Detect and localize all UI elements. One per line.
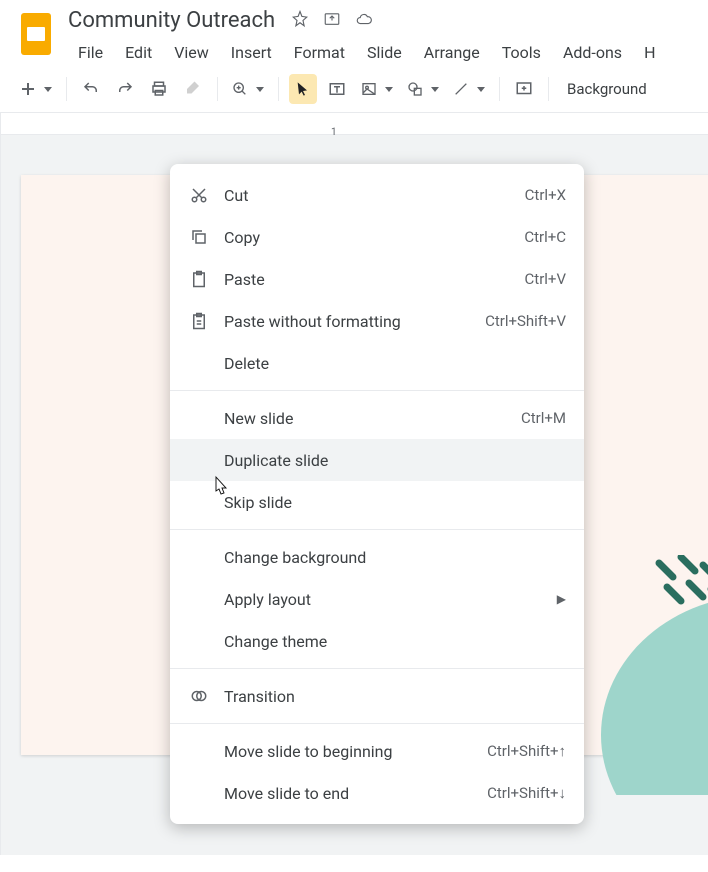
line-tool[interactable] [449,74,489,104]
ctx-label: Move slide to end [224,784,487,803]
background-button[interactable]: Background [559,80,655,98]
context-menu: CutCtrl+XCopyCtrl+CPasteCtrl+VPaste with… [170,164,584,824]
ctx-label: Delete [224,354,566,373]
menu-insert[interactable]: Insert [221,39,282,66]
ctx-move-slide-to-beginning[interactable]: Move slide to beginningCtrl+Shift+↑ [170,730,584,772]
comment-button[interactable] [510,74,538,104]
text-box-tool[interactable] [323,74,351,104]
menu-view[interactable]: View [164,39,219,66]
image-tool[interactable] [357,74,397,104]
ctx-shortcut: Ctrl+Shift+↑ [487,742,566,760]
menu-addons[interactable]: Add-ons [553,39,632,66]
chevron-right-icon: ▶ [557,592,566,606]
ctx-delete[interactable]: Delete [170,342,584,384]
ctx-label: Apply layout [224,590,557,609]
ctx-label: Paste [224,270,525,289]
cut-icon [188,184,210,206]
ctx-label: Move slide to beginning [224,742,487,761]
copy-icon [188,226,210,248]
blank-icon [188,491,210,513]
ctx-apply-layout[interactable]: Apply layout▶ [170,578,584,620]
blank-icon [188,630,210,652]
ctx-paste[interactable]: PasteCtrl+V [170,258,584,300]
ctx-duplicate-slide[interactable]: Duplicate slide [170,439,584,481]
ctx-label: Skip slide [224,493,566,512]
ctx-cut[interactable]: CutCtrl+X [170,174,584,216]
menu-file[interactable]: File [68,39,113,66]
ctx-shortcut: Ctrl+C [524,228,566,246]
slides-logo[interactable] [16,8,56,60]
ctx-shortcut: Ctrl+X [525,186,566,204]
ctx-label: New slide [224,409,521,428]
ctx-change-theme[interactable]: Change theme [170,620,584,662]
ctx-shortcut: Ctrl+Shift+↓ [487,784,566,802]
menu-edit[interactable]: Edit [115,39,162,66]
ctx-skip-slide[interactable]: Skip slide [170,481,584,523]
ruler: 1 [1,113,708,135]
move-icon[interactable] [323,10,341,32]
menu-arrange[interactable]: Arrange [414,39,490,66]
toolbar: Background [0,66,708,113]
menu-help[interactable]: H [634,39,665,66]
cloud-icon[interactable] [355,10,373,32]
shape-tool[interactable] [403,74,443,104]
star-icon[interactable] [291,10,309,32]
blank-icon [188,352,210,374]
paste-plain-icon [188,310,210,332]
menu-tools[interactable]: Tools [492,39,551,66]
ctx-label: Change theme [224,632,566,651]
ctx-label: Copy [224,228,524,247]
blank-icon [188,588,210,610]
ctx-label: Cut [224,186,525,205]
menu-slide[interactable]: Slide [357,39,412,66]
blank-icon [188,407,210,429]
new-slide-button[interactable] [16,74,56,104]
paint-format-button[interactable] [179,74,207,104]
ctx-copy[interactable]: CopyCtrl+C [170,216,584,258]
paste-icon [188,268,210,290]
ctx-shortcut: Ctrl+M [521,409,566,427]
menu-format[interactable]: Format [284,39,355,66]
transition-icon [188,685,210,707]
redo-button[interactable] [111,74,139,104]
ctx-transition[interactable]: Transition [170,675,584,717]
ctx-label: Paste without formatting [224,312,485,331]
zoom-button[interactable] [228,74,268,104]
ctx-label: Transition [224,687,566,706]
ctx-new-slide[interactable]: New slideCtrl+M [170,397,584,439]
ctx-shortcut: Ctrl+Shift+V [485,312,566,330]
ctx-change-background[interactable]: Change background [170,536,584,578]
ctx-shortcut: Ctrl+V [525,270,566,288]
ctx-move-slide-to-end[interactable]: Move slide to endCtrl+Shift+↓ [170,772,584,814]
blank-icon [188,449,210,471]
print-button[interactable] [145,74,173,104]
ctx-label: Change background [224,548,566,567]
blank-icon [188,740,210,762]
blank-icon [188,546,210,568]
undo-button[interactable] [77,74,105,104]
ctx-paste-without-formatting[interactable]: Paste without formattingCtrl+Shift+V [170,300,584,342]
select-tool[interactable] [289,74,317,104]
document-title[interactable]: Community Outreach [68,8,275,33]
ctx-label: Duplicate slide [224,451,566,470]
menubar: File Edit View Insert Format Slide Arran… [68,39,692,66]
cursor-icon [210,475,232,503]
blank-icon [188,782,210,804]
